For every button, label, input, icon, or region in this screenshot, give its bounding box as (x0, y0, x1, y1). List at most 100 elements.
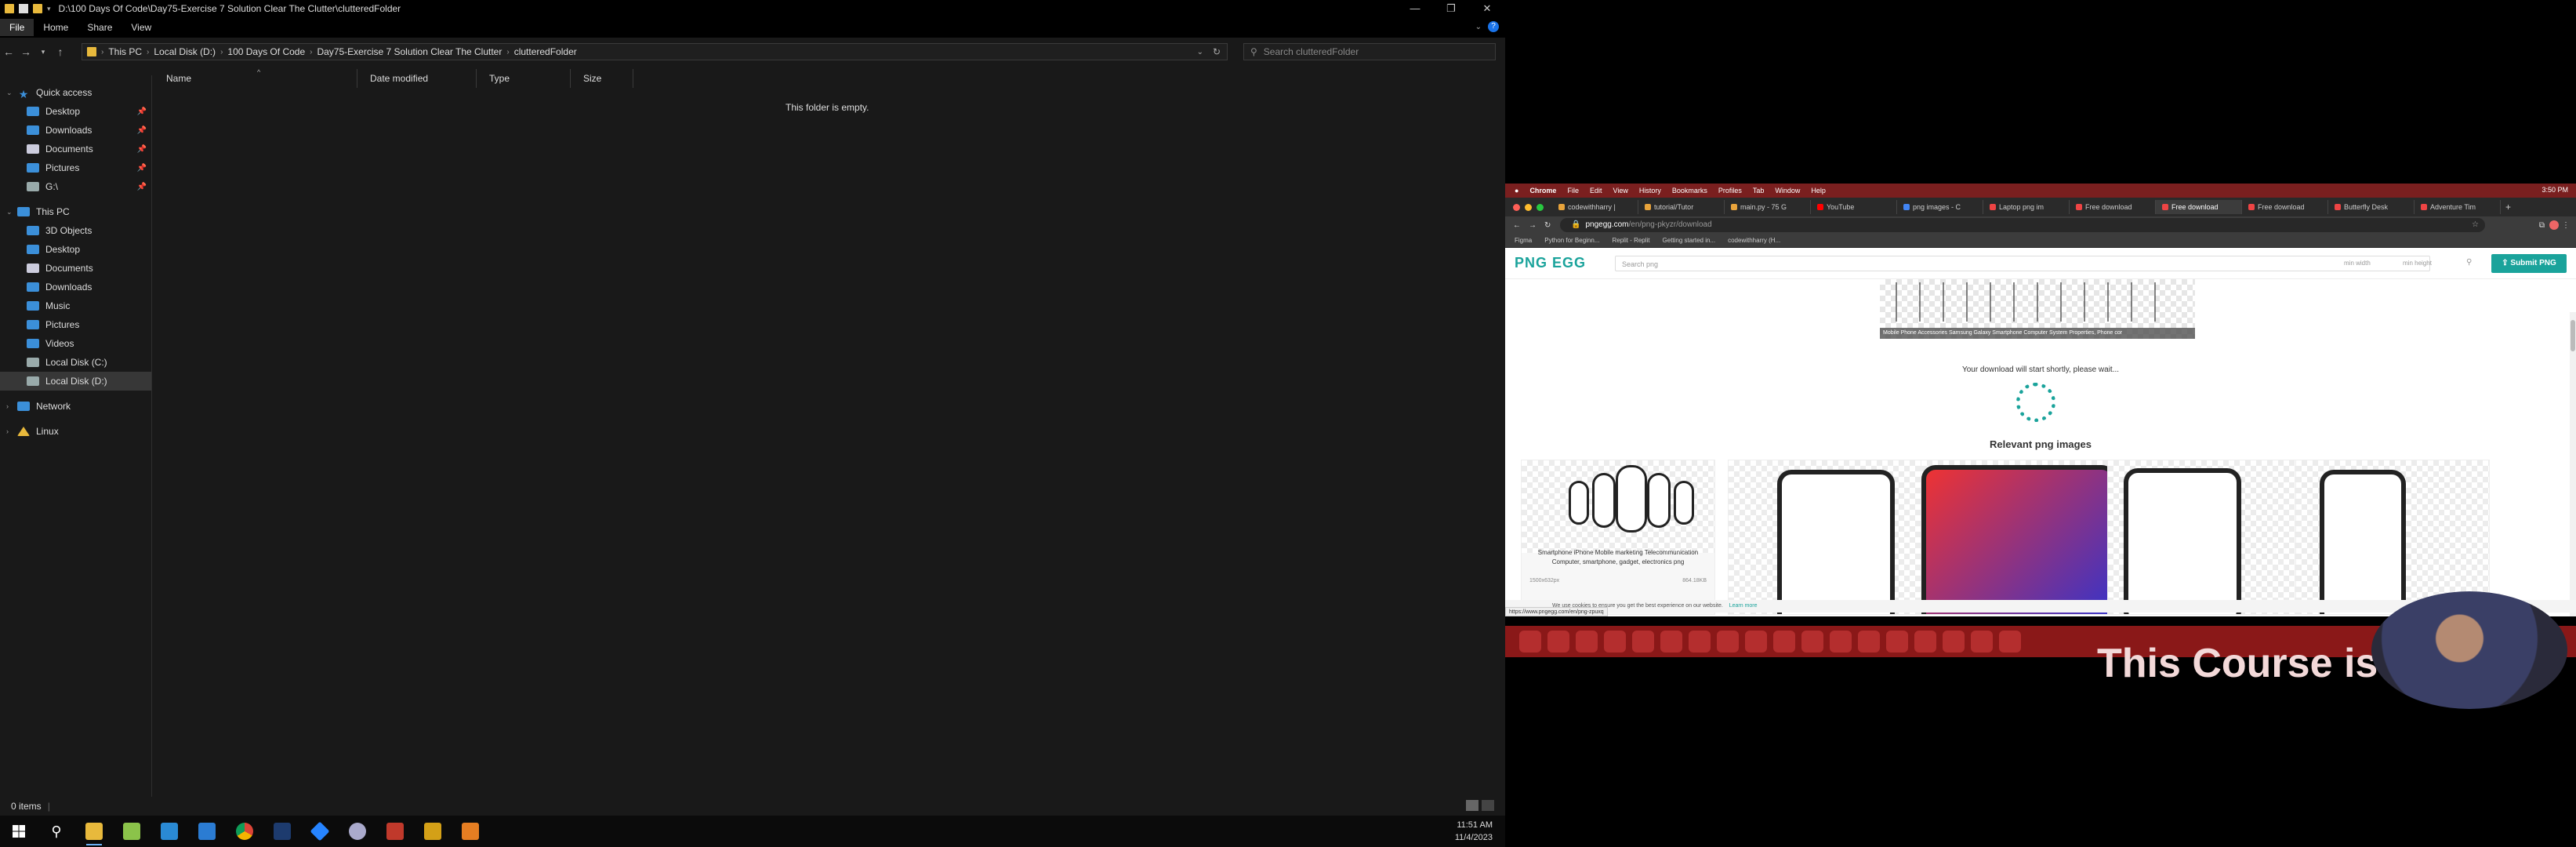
taskbar-notepad[interactable] (113, 816, 151, 847)
taskbar-app-orange[interactable] (452, 816, 489, 847)
column-date-modified[interactable]: Date modified (357, 69, 477, 88)
browser-tab[interactable]: Laptop png im (1983, 200, 2070, 214)
recent-locations-icon[interactable]: ▾ (34, 48, 52, 56)
address-bar[interactable]: › This PC › Local Disk (D:) › 100 Days O… (82, 43, 1228, 60)
menu-bookmarks[interactable]: Bookmarks (1672, 187, 1707, 194)
column-name[interactable]: Name ^ (154, 68, 357, 88)
nav-pc-documents[interactable]: Documents (0, 259, 151, 278)
file-list[interactable]: Name ^ Date modified Type Size This folde… (154, 68, 1505, 798)
back-arrow-icon[interactable]: ← (0, 45, 17, 58)
chevron-right-icon[interactable]: › (6, 427, 9, 435)
qat-dropdown-icon[interactable]: ▾ (47, 5, 51, 13)
up-arrow-icon[interactable]: ↑ (52, 45, 69, 58)
bookmark-star-icon[interactable]: ☆ (2472, 218, 2479, 232)
close-window-icon[interactable] (1513, 204, 1520, 211)
nav-pc-downloads[interactable]: Downloads (0, 278, 151, 296)
browser-tab[interactable]: Butterfly Desk (2328, 200, 2415, 214)
dock-app-icon[interactable] (1830, 631, 1852, 653)
minimize-button[interactable]: — (1397, 0, 1433, 17)
menu-help[interactable]: Help (1811, 187, 1826, 194)
browser-tab[interactable]: codewithharry | (1552, 200, 1638, 214)
browser-tab[interactable]: Free download (2070, 200, 2156, 214)
banner-image[interactable]: Mobile Phone Accessories Samsung Galaxy … (1880, 279, 2195, 339)
forward-arrow-icon[interactable]: → (1529, 221, 1537, 230)
start-button[interactable] (0, 816, 38, 847)
dock-app-icon[interactable] (1547, 631, 1569, 653)
tab-share[interactable]: Share (78, 19, 122, 36)
taskbar-chrome[interactable] (226, 816, 263, 847)
nav-network[interactable]: › Network (0, 397, 151, 416)
browser-tab[interactable]: Free download (2242, 200, 2328, 214)
system-clock[interactable]: 11:51 AM 11/4/2023 (1455, 819, 1493, 844)
menu-view[interactable]: View (1613, 187, 1627, 194)
chevron-down-icon[interactable]: ⌄ (6, 89, 13, 97)
dock-app-icon[interactable] (1689, 631, 1711, 653)
menu-chrome[interactable]: Chrome (1529, 187, 1556, 194)
new-folder-icon[interactable] (33, 4, 42, 13)
dock-app-icon[interactable] (1745, 631, 1767, 653)
help-icon[interactable]: ? (1488, 21, 1499, 32)
breadcrumb-this-pc[interactable]: This PC (103, 46, 147, 57)
tab-view[interactable]: View (122, 19, 161, 36)
tab-file[interactable]: File (0, 19, 34, 36)
browser-tab-active[interactable]: Free download (2156, 200, 2242, 214)
bookmark-figma[interactable]: Figma (1515, 237, 1532, 244)
expand-ribbon-icon[interactable]: ⌄ (1475, 23, 1482, 31)
column-size[interactable]: Size (571, 69, 633, 88)
taskbar-sourcetree[interactable] (301, 816, 339, 847)
chevron-right-icon[interactable]: › (6, 402, 9, 410)
menu-history[interactable]: History (1639, 187, 1661, 194)
browser-tab[interactable]: Adventure Tim (2415, 200, 2501, 214)
bookmark-python[interactable]: Python for Beginn... (1544, 237, 1599, 244)
breadcrumb-local-disk[interactable]: Local Disk (D:) (149, 46, 220, 57)
close-button[interactable]: ✕ (1469, 0, 1505, 17)
dock-app-icon[interactable] (1576, 631, 1598, 653)
menu-profiles[interactable]: Profiles (1718, 187, 1742, 194)
details-view-icon[interactable] (1466, 800, 1478, 811)
properties-icon[interactable] (19, 4, 28, 13)
min-width-input[interactable]: min width (2344, 260, 2371, 267)
dock-app-icon[interactable] (1773, 631, 1795, 653)
browser-tab[interactable]: tutorial/Tutor (1638, 200, 1725, 214)
minimize-window-icon[interactable] (1525, 204, 1532, 211)
menu-tab[interactable]: Tab (1753, 187, 1765, 194)
dock-app-icon[interactable] (1801, 631, 1823, 653)
taskbar-photoshop[interactable] (263, 816, 301, 847)
taskbar-app-yellow[interactable] (414, 816, 452, 847)
taskbar-app-red[interactable] (376, 816, 414, 847)
nav-videos[interactable]: Videos (0, 334, 151, 353)
png-card[interactable] (1921, 460, 2115, 615)
nav-documents[interactable]: Documents 📌 (0, 140, 151, 158)
breadcrumb-100-days[interactable]: 100 Days Of Code (223, 46, 310, 57)
breadcrumb-day75[interactable]: Day75-Exercise 7 Solution Clear The Clut… (312, 46, 506, 57)
nav-local-disk-c[interactable]: Local Disk (C:) (0, 353, 151, 372)
nav-pc-desktop[interactable]: Desktop (0, 240, 151, 259)
dock-app-icon[interactable] (1943, 631, 1965, 653)
png-card[interactable] (2107, 460, 2302, 615)
taskbar-app-cloud[interactable] (339, 816, 376, 847)
browser-tab[interactable]: YouTube (1811, 200, 1897, 214)
nav-quick-access[interactable]: ⌄ ★ Quick access (0, 83, 151, 102)
search-button[interactable]: ⚲ (38, 816, 75, 847)
forward-arrow-icon[interactable]: → (17, 45, 34, 58)
dock-app-icon[interactable] (1886, 631, 1908, 653)
dock-app-icon[interactable] (1971, 631, 1993, 653)
nav-local-disk-d[interactable]: Local Disk (D:) (0, 372, 151, 391)
png-card[interactable]: Smartphone iPhone Mobile marketing Telec… (1521, 460, 1715, 615)
nav-3d-objects[interactable]: 3D Objects (0, 221, 151, 240)
pngegg-logo[interactable]: PNG EGG (1515, 255, 1586, 271)
dock-app-icon[interactable] (1604, 631, 1626, 653)
nav-linux[interactable]: › Linux (0, 422, 151, 441)
browser-tab[interactable]: png images - C (1897, 200, 1983, 214)
taskbar-outlook[interactable] (188, 816, 226, 847)
bookmark-getting-started[interactable]: Getting started in... (1663, 237, 1716, 244)
dock-app-icon[interactable] (1660, 631, 1682, 653)
dock-app-icon[interactable] (1914, 631, 1936, 653)
address-dropdown-icon[interactable]: ⌄ (1197, 48, 1203, 56)
png-card[interactable] (1728, 460, 1922, 615)
profile-avatar[interactable] (2549, 220, 2559, 230)
submit-png-button[interactable]: ⇪ Submit PNG (2491, 254, 2567, 273)
menu-kebab-icon[interactable]: ⋮ (2562, 221, 2570, 230)
new-tab-icon[interactable]: + (2505, 202, 2511, 213)
dock-app-icon[interactable] (1999, 631, 2021, 653)
